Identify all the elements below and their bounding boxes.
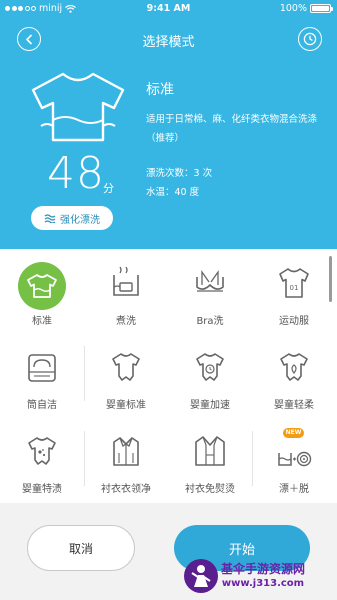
mode-grid: 标准 煮洗 Bra洗 01 运动服 筒自洁 婴童标准 婴童加速 婴童轻柔 婴童特…	[0, 249, 337, 503]
mode-label: 婴童标准	[106, 400, 146, 411]
dress-shirt-jacket-icon	[195, 436, 225, 466]
mode-detail-panel: minij 9:41 AM 100% 选择模式 48 分 强化漂洗 标准 适用于…	[0, 0, 337, 249]
mode-label: 衬衣衣领净	[101, 484, 151, 495]
t-shirt-icon	[18, 262, 66, 310]
mode-baby-stain[interactable]: 婴童特渍	[0, 425, 84, 505]
boil-pot-icon	[113, 266, 139, 296]
water-temperature: 水温：40 度	[146, 187, 200, 198]
timer-button[interactable]	[298, 27, 322, 51]
mode-name: 标准	[146, 82, 174, 98]
cancel-button[interactable]: 取消	[27, 525, 135, 571]
baby-onesie-stain-icon	[28, 437, 56, 465]
rinse-count: 漂洗次数：3 次	[146, 168, 213, 179]
boost-rinse-button[interactable]: 强化漂洗	[31, 206, 113, 230]
watermark-logo-icon	[184, 559, 218, 593]
clock-icon	[303, 32, 317, 46]
baby-onesie-fast-icon	[196, 353, 224, 381]
mode-label: 婴童加速	[190, 400, 230, 411]
mode-label: 筒自洁	[27, 400, 57, 411]
duration-value: 48	[47, 148, 105, 199]
mode-baby-fast[interactable]: 婴童加速	[168, 341, 252, 421]
mode-drum-clean[interactable]: 筒自洁	[0, 341, 84, 421]
mode-standard[interactable]: 标准	[0, 257, 84, 337]
battery-percent: 100%	[279, 3, 307, 14]
boost-rinse-label: 强化漂洗	[60, 214, 100, 226]
mode-label: 衬衣免熨烫	[185, 484, 235, 495]
mode-label: Bra洗	[196, 316, 224, 327]
mode-label: 煮洗	[116, 316, 136, 327]
rinse-spin-icon	[278, 451, 312, 467]
mode-description: 适用于日常棉、麻、化纤类衣物混合洗涤（推荐）	[146, 114, 318, 144]
drum-clean-icon	[28, 354, 56, 382]
watermark-url: www.j313.com	[221, 578, 305, 589]
mode-boil[interactable]: 煮洗	[84, 257, 168, 337]
mode-label: 婴童轻柔	[274, 400, 314, 411]
mode-sportswear[interactable]: 01 运动服	[252, 257, 336, 337]
t-shirt-icon	[31, 72, 125, 142]
battery-icon	[310, 4, 333, 13]
svg-text:01: 01	[290, 284, 299, 292]
mode-baby-gentle[interactable]: 婴童轻柔	[252, 341, 336, 421]
watermark-title: 基伞手游资源网	[221, 562, 306, 576]
mode-label: 标准	[32, 316, 52, 327]
jersey-icon: 01	[279, 268, 309, 298]
duration-unit: 分	[103, 182, 114, 195]
mode-shirt-noiron[interactable]: 衬衣免熨烫	[168, 425, 252, 505]
mode-rinse-spin[interactable]: NEW 漂＋脱	[252, 425, 336, 505]
mode-label: 漂＋脱	[279, 484, 309, 495]
bra-icon	[196, 269, 224, 292]
mode-bra[interactable]: Bra洗	[168, 257, 252, 337]
baby-onesie-gentle-icon	[280, 353, 308, 381]
waves-icon	[44, 213, 56, 223]
baby-onesie-icon	[112, 353, 140, 381]
dress-shirt-icon	[113, 437, 139, 466]
mode-baby-standard[interactable]: 婴童标准	[84, 341, 168, 421]
mode-label: 婴童特渍	[22, 484, 62, 495]
page-title: 选择模式	[142, 35, 195, 50]
mode-shirt-collar[interactable]: 衬衣衣领净	[84, 425, 168, 505]
mode-label: 运动服	[279, 316, 309, 327]
watermark: 基伞手游资源网 www.j313.com	[184, 552, 337, 600]
status-bar: minij 9:41 AM 100%	[0, 0, 337, 18]
